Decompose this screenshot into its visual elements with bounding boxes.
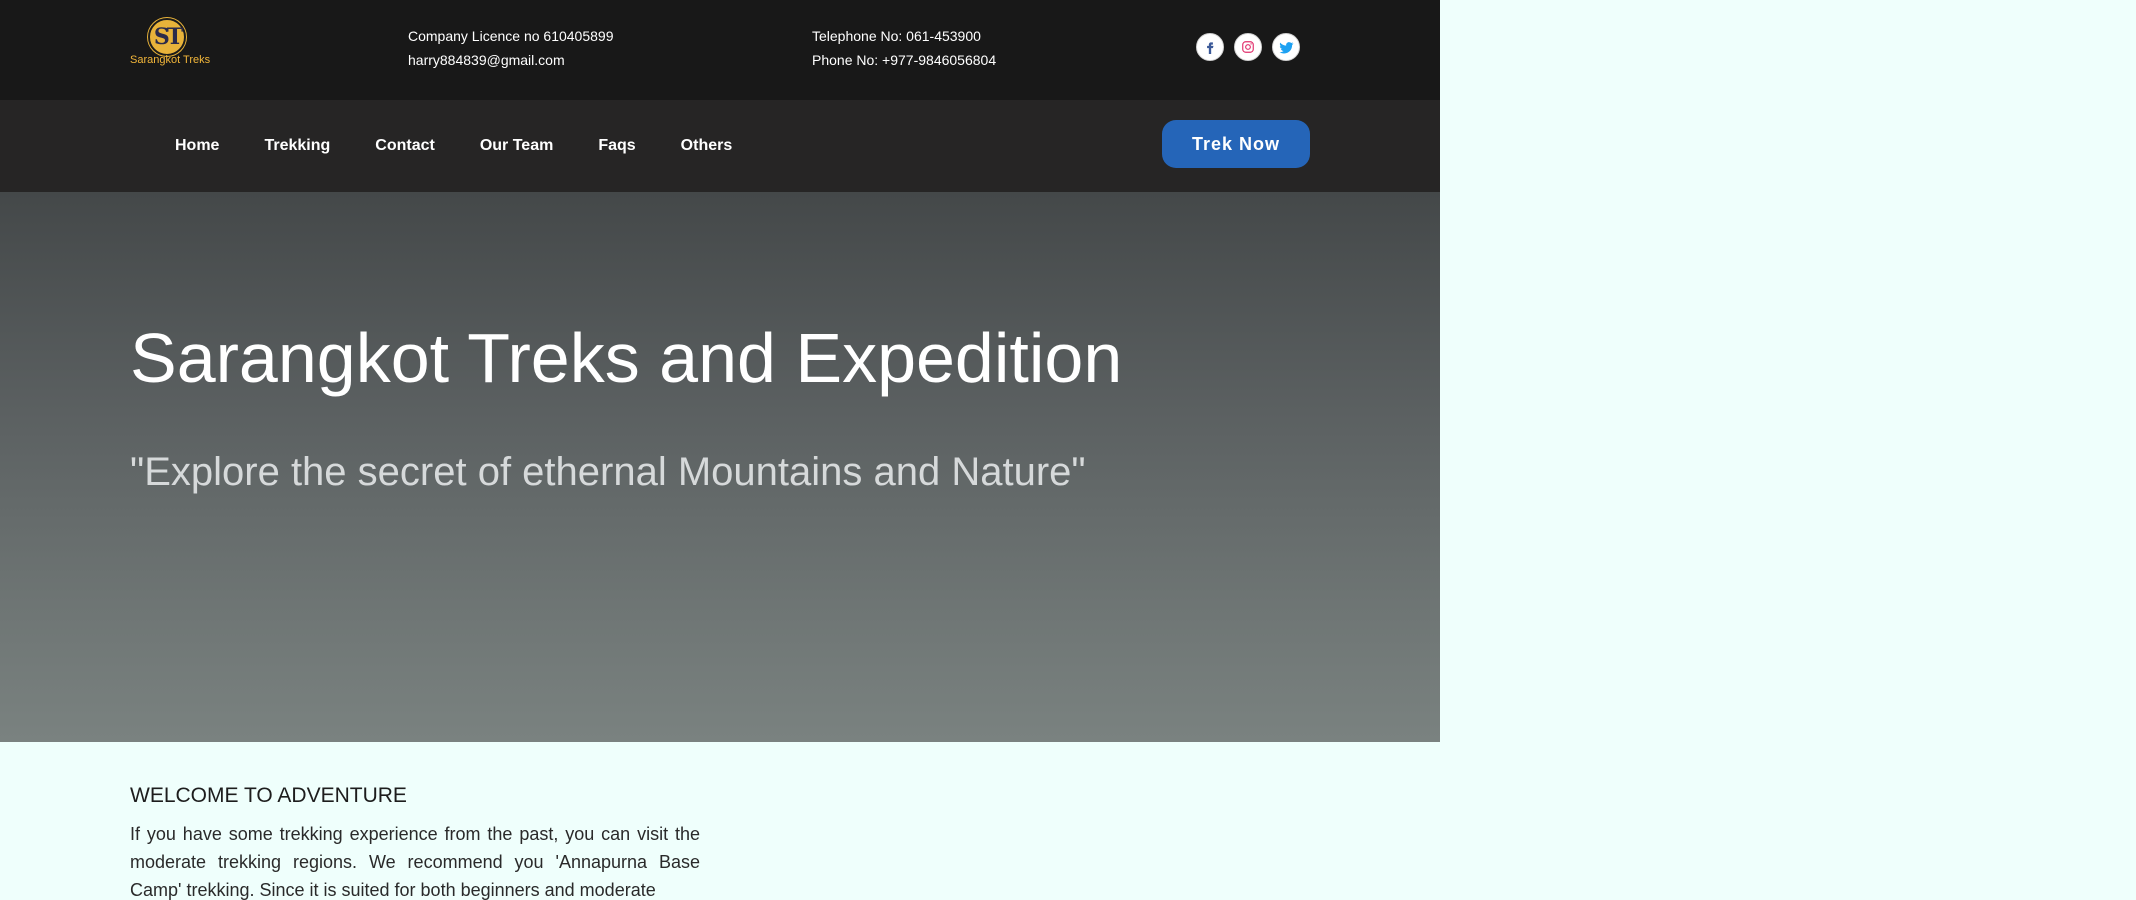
nav-menu: Home Trekking Contact Our Team Faqs Othe… bbox=[175, 100, 777, 192]
hero-section: Sarangkot Treks and Expedition "Explore … bbox=[0, 192, 1440, 742]
company-licence: Company Licence no 610405899 bbox=[408, 28, 614, 44]
page: ST Sarangkot Treks Company Licence no 61… bbox=[0, 0, 2136, 900]
main-navbar: Home Trekking Contact Our Team Faqs Othe… bbox=[0, 100, 1440, 192]
contact-info-company: Company Licence no 610405899 harry884839… bbox=[408, 24, 614, 72]
welcome-text: If you have some trekking experience fro… bbox=[130, 824, 700, 900]
contact-info-phones: Telephone No: 061-453900 Phone No: +977-… bbox=[812, 24, 996, 72]
instagram-link[interactable] bbox=[1234, 33, 1262, 61]
hero-title: Sarangkot Treks and Expedition bbox=[130, 319, 1123, 397]
nav-item-trekking[interactable]: Trekking bbox=[264, 137, 330, 155]
logo-text: Sarangkot Treks bbox=[130, 54, 211, 66]
nav-item-home[interactable]: Home bbox=[175, 137, 219, 155]
instagram-icon bbox=[1242, 41, 1254, 53]
top-bar: ST Sarangkot Treks Company Licence no 61… bbox=[0, 0, 1440, 100]
facebook-link[interactable] bbox=[1196, 33, 1224, 61]
hero-subtitle: "Explore the secret of ethernal Mountain… bbox=[130, 450, 1086, 494]
nav-item-faqs[interactable]: Faqs bbox=[598, 137, 635, 155]
welcome-title: WELCOME TO ADVENTURE bbox=[130, 784, 407, 807]
contact-email[interactable]: harry884839@gmail.com bbox=[408, 48, 614, 72]
nav-item-others[interactable]: Others bbox=[681, 137, 733, 155]
welcome-section: WELCOME TO ADVENTURE If you have some tr… bbox=[130, 784, 700, 900]
twitter-icon bbox=[1279, 41, 1293, 53]
site-container: ST Sarangkot Treks Company Licence no 61… bbox=[0, 0, 1440, 900]
trek-now-button[interactable]: Trek Now bbox=[1162, 120, 1310, 168]
social-links bbox=[1196, 33, 1300, 61]
telephone-number: Telephone No: 061-453900 bbox=[812, 28, 981, 44]
nav-item-our-team[interactable]: Our Team bbox=[480, 137, 554, 155]
logo-letters: ST bbox=[153, 24, 183, 50]
logo[interactable]: ST Sarangkot Treks bbox=[130, 18, 210, 70]
phone-number: Phone No: +977-9846056804 bbox=[812, 52, 997, 68]
facebook-icon bbox=[1207, 42, 1214, 54]
twitter-link[interactable] bbox=[1272, 33, 1300, 61]
nav-item-contact[interactable]: Contact bbox=[375, 137, 435, 155]
